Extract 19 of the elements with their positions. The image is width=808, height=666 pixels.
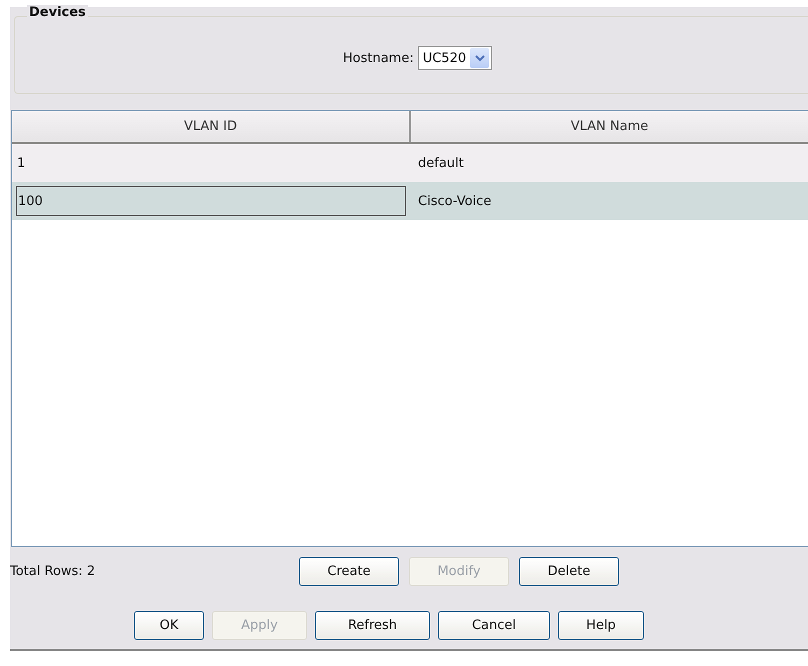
table-cell-text: default bbox=[417, 154, 465, 172]
hostname-select[interactable]: UC520 bbox=[418, 46, 492, 70]
total-rows-label: Total Rows: 2 bbox=[10, 564, 96, 578]
group-title: Devices bbox=[27, 5, 88, 20]
table-cell-text: 1 bbox=[16, 154, 26, 172]
dialog-button[interactable]: OK bbox=[134, 611, 204, 640]
dialog-button[interactable]: Help bbox=[558, 611, 644, 640]
column-header[interactable]: VLAN Name bbox=[411, 111, 808, 142]
hostname-label: Hostname: bbox=[342, 50, 414, 66]
table-cell-text: Cisco-Voice bbox=[417, 192, 492, 210]
column-header[interactable]: VLAN ID bbox=[12, 111, 411, 142]
dropdown-icon[interactable] bbox=[470, 48, 490, 68]
dialog-button[interactable]: Cancel bbox=[438, 611, 550, 640]
dialog-button[interactable]: Delete bbox=[519, 556, 619, 586]
table-cell: 100 bbox=[16, 186, 406, 216]
table-row[interactable]: 100 Cisco-Voice bbox=[12, 182, 808, 220]
dialog-button[interactable]: Create bbox=[299, 556, 399, 586]
table-row[interactable]: 1 default bbox=[12, 144, 808, 182]
dialog-button[interactable]: Refresh bbox=[315, 611, 430, 640]
